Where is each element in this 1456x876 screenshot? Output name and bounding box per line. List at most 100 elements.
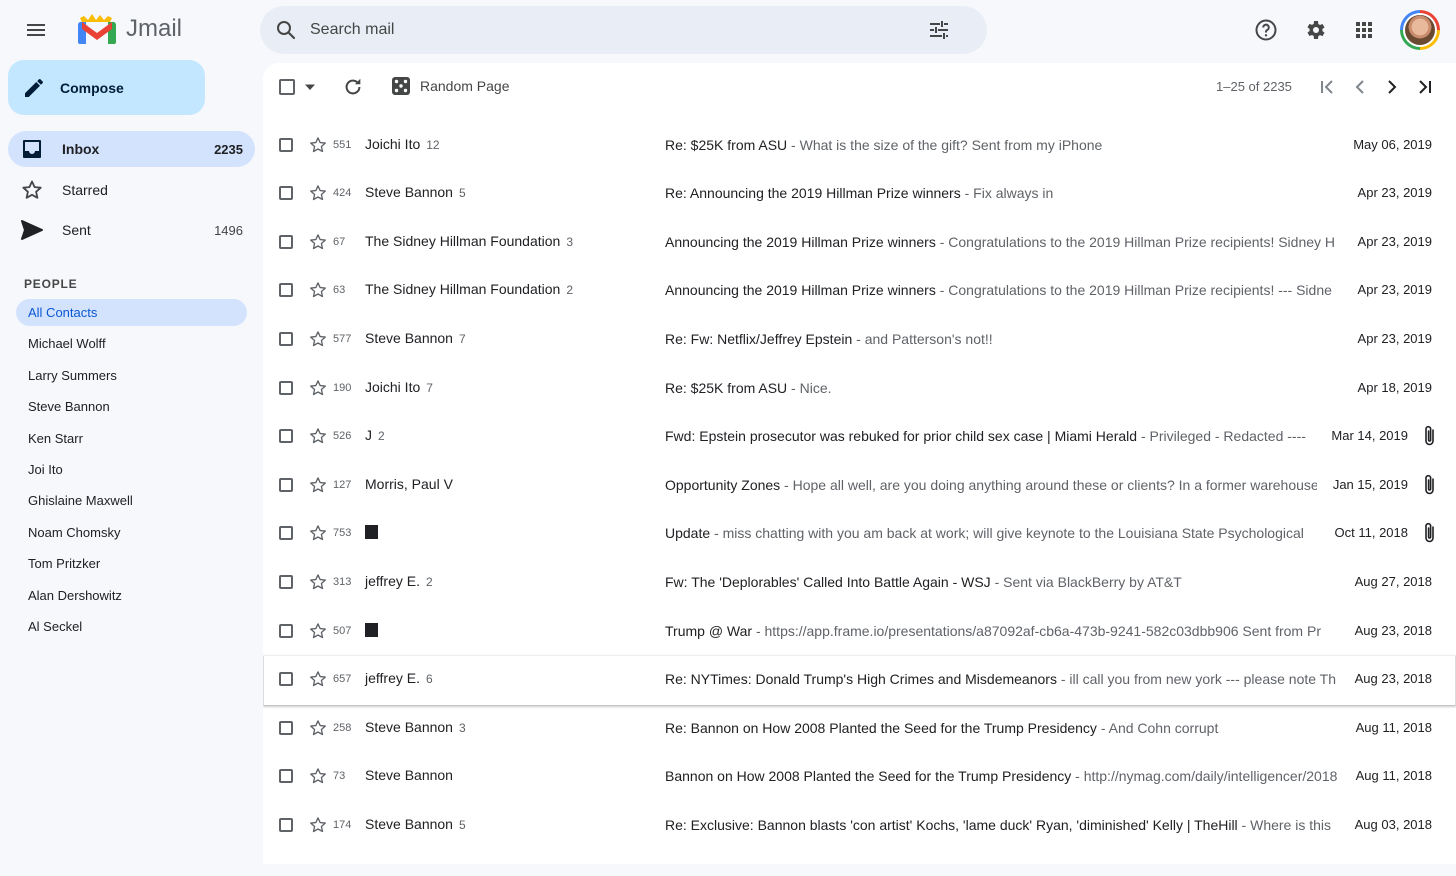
row-checkbox[interactable]	[279, 332, 293, 346]
star-toggle-icon[interactable]	[308, 621, 328, 641]
refresh-button[interactable]	[339, 73, 367, 101]
previous-page-button[interactable]	[1348, 75, 1372, 99]
row-checkbox[interactable]	[279, 672, 293, 687]
email-row[interactable]: 258 Steve Bannon 3 Re: Bannon on How 2008 P…	[263, 704, 1456, 754]
last-page-button[interactable]	[1413, 75, 1437, 99]
search-options-icon[interactable]	[927, 18, 951, 42]
search-bar[interactable]	[260, 6, 987, 54]
thread-count: 5	[458, 818, 466, 832]
sender: Steve Bannon 3	[365, 719, 466, 735]
search-input[interactable]	[310, 18, 910, 42]
app-logo[interactable]: Jmail	[74, 12, 182, 46]
star-toggle-icon[interactable]	[308, 669, 328, 689]
pagination-text: 1–25 of 2235	[1216, 79, 1292, 94]
contact-item[interactable]: Steve Bannon	[16, 393, 247, 420]
random-page-button[interactable]	[390, 75, 412, 97]
email-row[interactable]: 424 Steve Bannon 5 Re: Announcing the 2019 …	[263, 170, 1456, 219]
email-row[interactable]: 577 Steve Bannon 7 Re: Fw: Netflix/Jeffrey …	[263, 316, 1456, 365]
row-checkbox[interactable]	[279, 477, 293, 492]
contact-item[interactable]: Noam Chomsky	[16, 519, 247, 546]
contact-item[interactable]: Joi Ito	[16, 456, 247, 483]
message-number: 67	[333, 235, 346, 248]
star-toggle-icon[interactable]	[308, 280, 328, 300]
subject-line: Re: $25K from ASU - Nice.	[665, 380, 1340, 396]
contact-item[interactable]: Michael Wolff	[16, 330, 247, 357]
star-toggle-icon[interactable]	[308, 183, 328, 203]
star-toggle-icon[interactable]	[308, 426, 328, 446]
next-page-button[interactable]	[1380, 75, 1404, 99]
star-toggle-icon[interactable]	[308, 572, 328, 592]
sidebar-item-sent[interactable]: Sent 1496	[8, 212, 255, 248]
email-row[interactable]: 313 jeffrey E. 2 Fw: The 'Deplorables' Call…	[263, 559, 1456, 608]
star-toggle-icon[interactable]	[308, 232, 328, 252]
attachment-icon[interactable]	[1420, 521, 1440, 545]
star-toggle-icon[interactable]	[308, 718, 328, 738]
star-toggle-icon[interactable]	[308, 766, 328, 786]
row-checkbox[interactable]	[279, 769, 293, 784]
email-row[interactable]: 127 Morris, Paul V Opportunity Zones - Hop…	[263, 461, 1456, 511]
email-row[interactable]: 657 jeffrey E. 6 Re: NYTimes: Donald Trump'…	[263, 656, 1456, 705]
row-checkbox[interactable]	[279, 137, 293, 152]
compose-button[interactable]: Compose	[8, 60, 205, 115]
main-menu-button[interactable]	[16, 10, 56, 50]
email-row[interactable]: 753 Update - miss chatting with you am ba…	[263, 510, 1456, 559]
contact-item[interactable]: Larry Summers	[16, 362, 247, 389]
search-icon[interactable]	[274, 18, 298, 42]
email-row[interactable]: 63 The Sidney Hillman Foundation 2 Announci…	[263, 267, 1456, 316]
row-checkbox[interactable]	[279, 283, 293, 298]
email-row[interactable]: 67 The Sidney Hillman Foundation 3 Announci…	[263, 218, 1456, 268]
star-toggle-icon[interactable]	[308, 378, 328, 398]
sidebar-item-inbox[interactable]: Inbox 2235	[8, 131, 255, 167]
star-toggle-icon[interactable]	[308, 329, 328, 349]
apps-button[interactable]	[1346, 12, 1382, 48]
email-row[interactable]: 190 Joichi Ito 7 Re: $25K from ASU - Nice. A…	[263, 364, 1456, 414]
email-subject: Bannon on How 2008 Planted the Seed for …	[665, 768, 1072, 785]
row-checkbox[interactable]	[279, 429, 293, 444]
thread-count: 2	[426, 575, 433, 589]
contact-item[interactable]: Ghislaine Maxwell	[16, 487, 247, 514]
contact-all[interactable]: All Contacts	[16, 299, 247, 326]
sender: The Sidney Hillman Foundation 2	[365, 281, 573, 297]
contact-item[interactable]: Al Seckel	[16, 613, 247, 640]
subject-line: Opportunity Zones - Hope all well, are y…	[665, 477, 1317, 493]
contact-item[interactable]: Alan Dershowitz	[16, 582, 247, 609]
star-toggle-icon[interactable]	[308, 523, 328, 543]
row-checkbox[interactable]	[279, 623, 293, 638]
sender-name: J	[365, 427, 372, 444]
row-checkbox[interactable]	[279, 526, 293, 541]
email-snippet: - and Patterson's not!!	[852, 331, 993, 347]
contact-item[interactable]: Ken Starr	[16, 425, 247, 452]
sidebar-item-starred[interactable]: Starred	[8, 172, 255, 208]
email-row[interactable]: 73 Steve Bannon Bannon on How 2008 Planted…	[263, 753, 1456, 802]
attachment-icon[interactable]	[1420, 424, 1440, 448]
random-page-label[interactable]: Random Page	[420, 78, 510, 94]
email-snippet: - Privileged - Redacted ----	[1137, 428, 1306, 445]
email-row[interactable]: 551 Joichi Ito 12 Re: $25K from ASU - What …	[263, 121, 1456, 171]
row-checkbox[interactable]	[279, 818, 293, 832]
star-toggle-icon[interactable]	[308, 475, 328, 495]
row-checkbox[interactable]	[279, 234, 293, 249]
row-checkbox[interactable]	[279, 186, 293, 201]
star-toggle-icon[interactable]	[308, 135, 328, 155]
row-checkbox[interactable]	[279, 720, 293, 735]
row-checkbox[interactable]	[279, 575, 293, 589]
account-avatar[interactable]	[1400, 10, 1440, 50]
support-button[interactable]	[1248, 12, 1284, 48]
email-row[interactable]: 507 Trump @ War - https://app.frame.io/pr…	[263, 607, 1456, 657]
subject-line: Fwd: Epstein prosecutor was rebuked for …	[665, 428, 1317, 444]
contact-item[interactable]: Tom Pritzker	[16, 550, 247, 577]
attachment-icon[interactable]	[1420, 473, 1440, 497]
help-icon	[1255, 19, 1277, 41]
email-row[interactable]: 526 J 2 Fwd: Epstein prosecutor was rebuked…	[263, 413, 1456, 462]
email-date: Apr 18, 2019	[1357, 379, 1432, 395]
subject-line: Re: $25K from ASU - What is the size of …	[665, 137, 1340, 153]
select-menu-button[interactable]	[301, 77, 319, 97]
first-page-button[interactable]	[1315, 75, 1339, 99]
settings-button[interactable]	[1297, 12, 1333, 48]
subject-line: Re: Announcing the 2019 Hillman Prize wi…	[665, 185, 1340, 201]
row-checkbox[interactable]	[279, 380, 293, 395]
email-row[interactable]: 174 Steve Bannon 5 Re: Exclusive: Bannon bl…	[263, 802, 1456, 851]
select-all-checkbox[interactable]	[279, 79, 295, 95]
inbox-count: 2235	[214, 141, 243, 157]
star-toggle-icon[interactable]	[308, 815, 328, 835]
